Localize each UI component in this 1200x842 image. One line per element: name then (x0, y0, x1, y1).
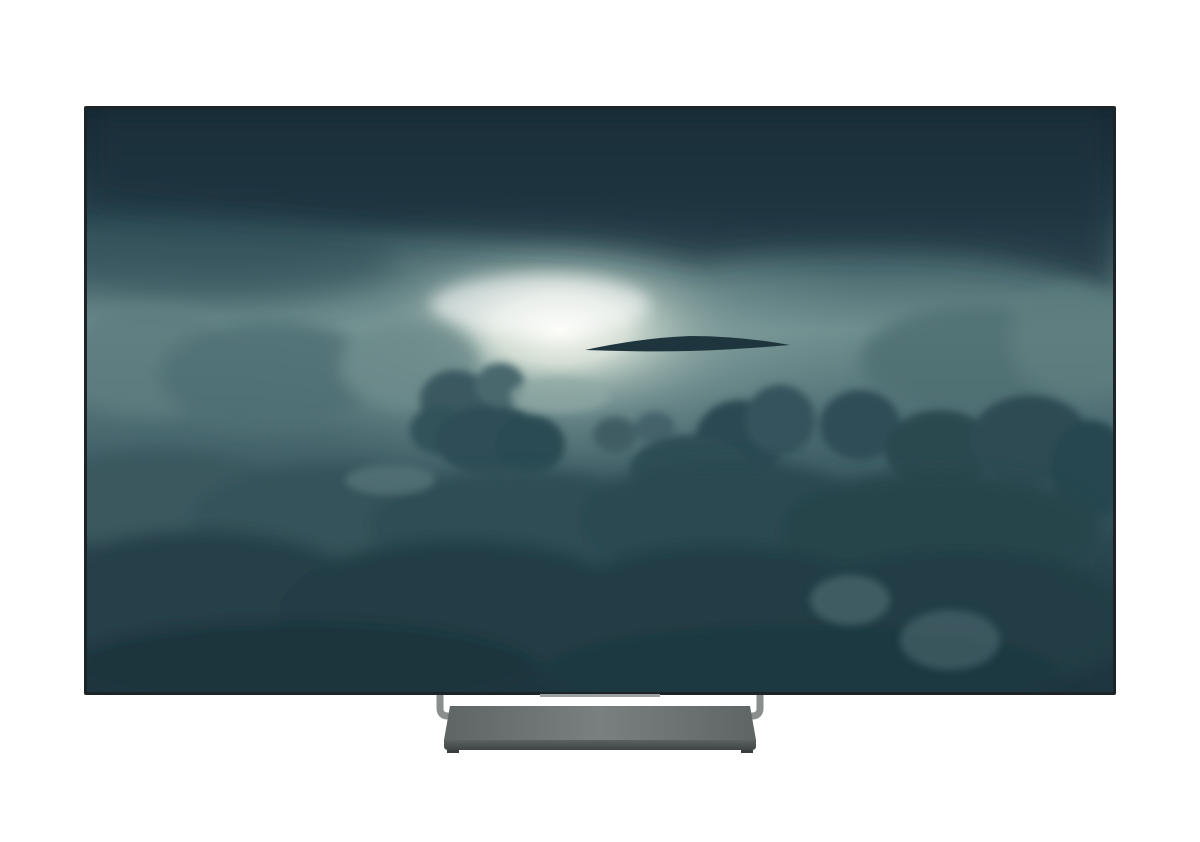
tv-screen (87, 109, 1113, 692)
product-photo (0, 0, 1200, 842)
tv-stand-base (444, 706, 756, 753)
cloud-sea (87, 450, 1113, 692)
tv-bottom-bar (540, 694, 660, 697)
